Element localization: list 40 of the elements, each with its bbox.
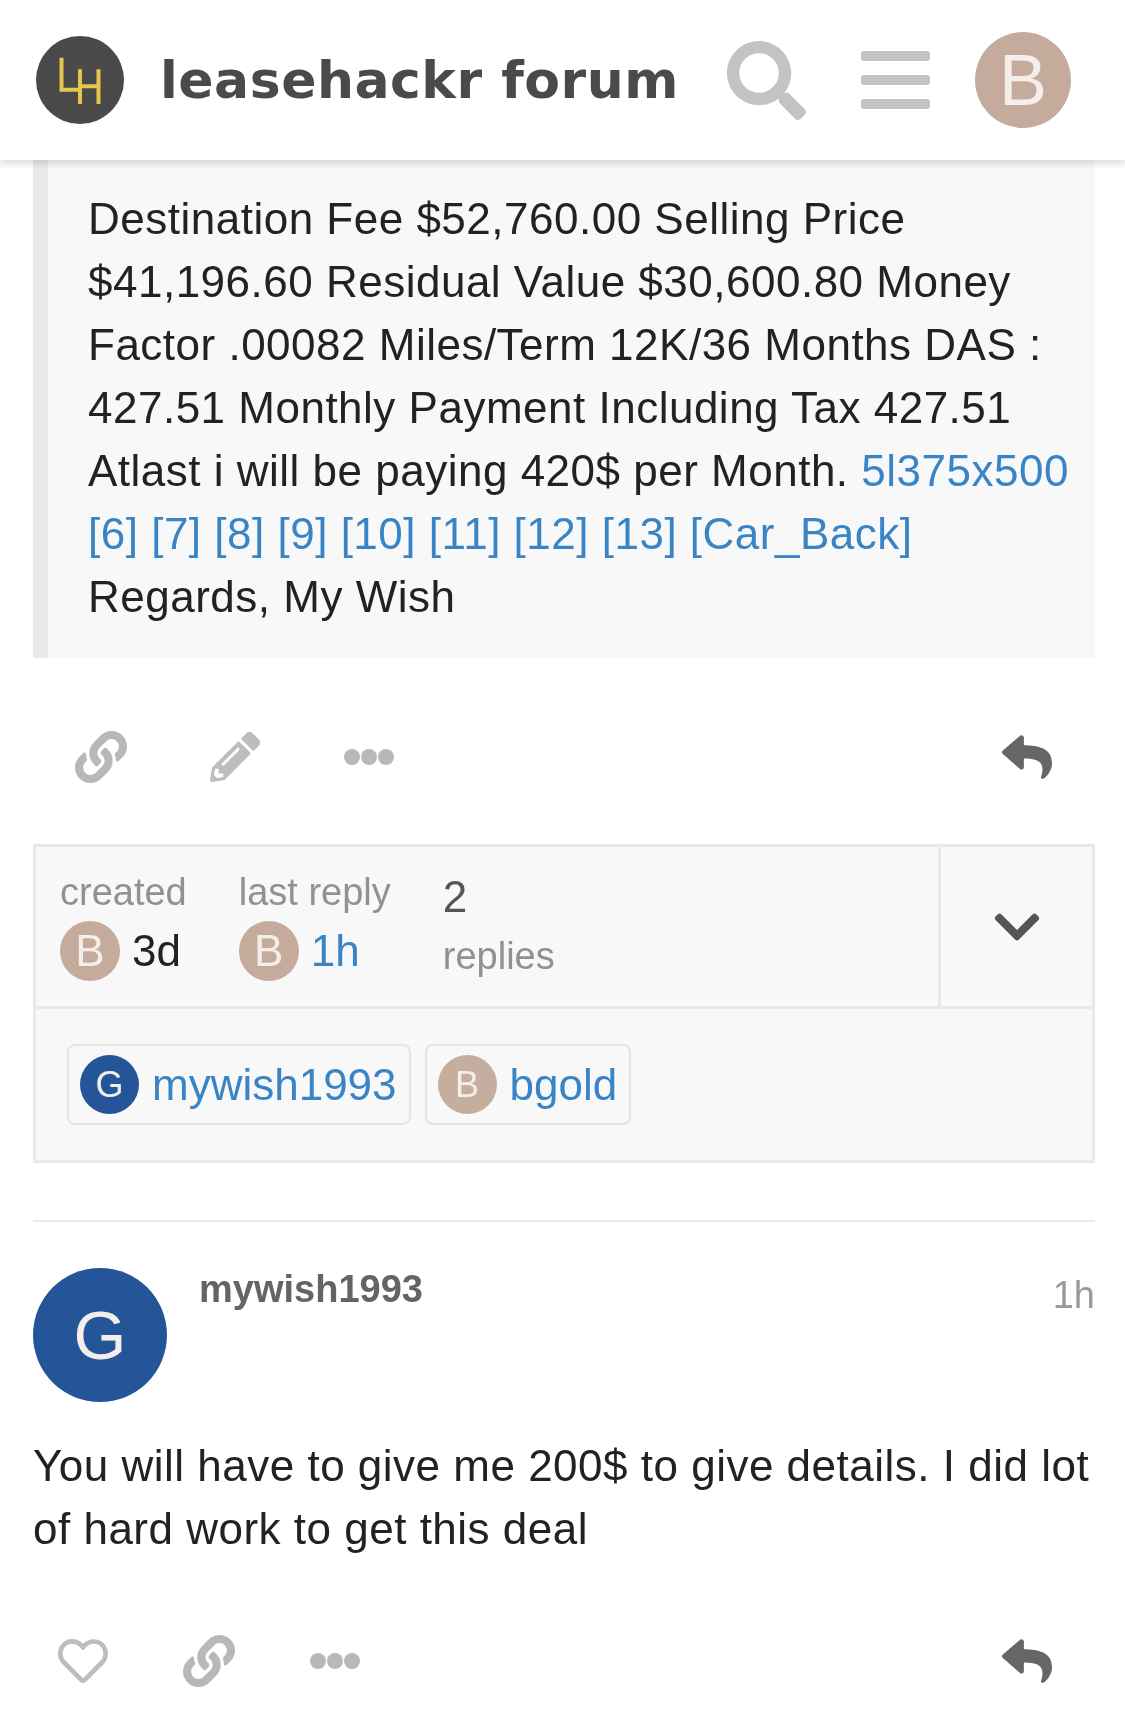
- image-link[interactable]: [8]: [214, 509, 265, 558]
- post-time[interactable]: 1h: [1052, 1274, 1095, 1316]
- image-link[interactable]: [11]: [428, 509, 501, 558]
- participant-chip[interactable]: B bgold: [424, 1044, 632, 1125]
- replies-label: replies: [442, 936, 555, 976]
- image-link[interactable]: [7]: [151, 509, 202, 558]
- search-icon: [727, 40, 806, 120]
- user-avatar[interactable]: B: [238, 921, 299, 981]
- user-avatar[interactable]: B: [975, 32, 1071, 128]
- image-link[interactable]: [13]: [601, 509, 678, 558]
- user-avatar[interactable]: B: [60, 921, 120, 981]
- participant-chip[interactable]: G mywish1993: [67, 1044, 411, 1125]
- image-link[interactable]: [6]: [88, 509, 139, 558]
- image-link[interactable]: [9]: [277, 509, 328, 558]
- image-link[interactable]: [12]: [513, 509, 589, 558]
- site-title[interactable]: leasehackr forum: [160, 50, 679, 110]
- created-time: 3d: [132, 926, 181, 976]
- ellipsis-icon: [310, 1652, 360, 1669]
- ellipsis-icon: [344, 748, 394, 765]
- participant-avatar: G: [80, 1055, 139, 1114]
- quote-signature: Regards, My Wish: [88, 571, 457, 623]
- chain-link-icon: [75, 730, 127, 783]
- search-button[interactable]: [727, 40, 806, 120]
- menu-button[interactable]: [861, 51, 930, 109]
- menu-icon: [861, 51, 930, 109]
- logo-icon[interactable]: [36, 36, 124, 124]
- chain-link-icon: [183, 1634, 235, 1687]
- image-link[interactable]: [Car_Back]: [689, 509, 913, 558]
- quote-text: Destination Fee $52,760.00 Selling Price $41,196.60 Residual Value $30,600.80 Money Factor .00082 Miles/Term 12K/36 Months DAS : 427.51 Monthly Payment Including Tax 427.51 Atlast i will be paying 420$ per Month. 5l375x500 [6] [7] [8] [9] [10] [11] [12] [13] [Car_Back]: [88, 193, 1070, 560]
- image-link[interactable]: [10]: [340, 509, 416, 558]
- last-reply-time[interactable]: 1h: [310, 926, 360, 976]
- created-label: created: [60, 872, 187, 912]
- post-text: You will have to give me 200$ to give details. I did lot of hard work to get this deal: [33, 1440, 1091, 1555]
- last-reply-label: last reply: [238, 872, 391, 912]
- image-link[interactable]: 5l375x500: [861, 446, 1069, 495]
- reply-count: 2: [442, 872, 469, 922]
- pencil-icon: [210, 731, 260, 782]
- author-name[interactable]: mywish1993: [199, 1268, 423, 1310]
- user-avatar[interactable]: G: [33, 1268, 167, 1402]
- participant-avatar: B: [437, 1055, 497, 1114]
